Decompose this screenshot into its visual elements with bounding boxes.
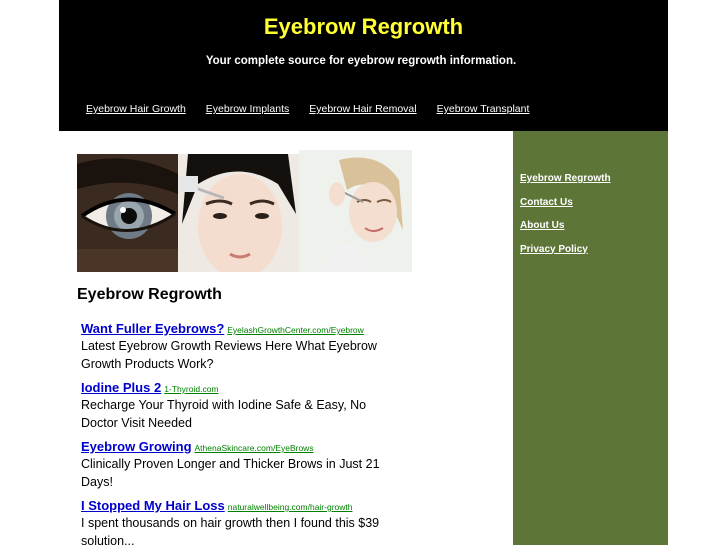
site-header: Eyebrow Regrowth Your complete source fo… bbox=[59, 0, 668, 131]
ad-item: Eyebrow Growing AthenaSkincare.com/EyeBro… bbox=[81, 438, 391, 491]
sidebar-link-eyebrow-regrowth[interactable]: Eyebrow Regrowth bbox=[520, 173, 611, 184]
ad-description: Recharge Your Thyroid with Iodine Safe &… bbox=[81, 398, 367, 430]
site-title: Eyebrow Regrowth bbox=[263, 14, 464, 39]
ad-item: Iodine Plus 2 1-Thyroid.com Recharge Your… bbox=[81, 379, 391, 432]
eye-makeup-photo bbox=[77, 154, 178, 272]
nav-link-eyebrow-transplant[interactable]: Eyebrow Transplant bbox=[437, 103, 530, 117]
ad-title-link[interactable]: Eyebrow Growing bbox=[81, 439, 192, 454]
ad-url-link[interactable]: AthenaSkincare.com/EyeBrows bbox=[195, 443, 314, 453]
nav-link-eyebrow-implants[interactable]: Eyebrow Implants bbox=[206, 103, 289, 117]
ad-list: Want Fuller Eyebrows? EyelashGrowthCenter… bbox=[81, 320, 391, 556]
site-tagline: Your complete source for eyebrow regrowt… bbox=[205, 55, 517, 67]
sidebar-link-privacy-policy[interactable]: Privacy Policy bbox=[520, 244, 588, 255]
nav-link-eyebrow-hair-removal[interactable]: Eyebrow Hair Removal bbox=[309, 103, 416, 117]
sidebar-link-contact-us[interactable]: Contact Us bbox=[520, 197, 573, 208]
ad-url-link[interactable]: EyelashGrowthCenter.com/Eyebrow bbox=[227, 325, 364, 335]
woman-tweezing-photo bbox=[178, 154, 299, 272]
sidebar: Eyebrow Regrowth Contact Us About Us Pri… bbox=[513, 131, 668, 545]
nav-link-eyebrow-hair-growth[interactable]: Eyebrow Hair Growth bbox=[86, 103, 186, 117]
ad-item: I Stopped My Hair Loss naturalwellbeing.c… bbox=[81, 497, 391, 550]
ad-description: Latest Eyebrow Growth Reviews Here What … bbox=[81, 339, 377, 371]
ad-title-link[interactable]: I Stopped My Hair Loss bbox=[81, 498, 225, 513]
sidebar-links: Eyebrow Regrowth Contact Us About Us Pri… bbox=[520, 168, 611, 262]
ad-item: Want Fuller Eyebrows? EyelashGrowthCenter… bbox=[81, 320, 391, 373]
ad-description: Clinically Proven Longer and Thicker Bro… bbox=[81, 457, 380, 489]
banner-images bbox=[77, 150, 412, 272]
ad-title-link[interactable]: Iodine Plus 2 bbox=[81, 380, 161, 395]
sidebar-link-about-us[interactable]: About Us bbox=[520, 220, 564, 231]
woman-plucking-photo bbox=[299, 150, 412, 272]
top-navigation: Eyebrow Hair Growth Eyebrow Implants Eye… bbox=[86, 103, 549, 117]
ad-title-link[interactable]: Want Fuller Eyebrows? bbox=[81, 321, 224, 336]
page: Eyebrow Regrowth Your complete source fo… bbox=[59, 0, 668, 548]
page-heading: Eyebrow Regrowth bbox=[77, 286, 222, 303]
ad-url-link[interactable]: naturalwellbeing.com/hair-growth bbox=[228, 502, 353, 512]
ad-url-link[interactable]: 1-Thyroid.com bbox=[164, 384, 218, 394]
